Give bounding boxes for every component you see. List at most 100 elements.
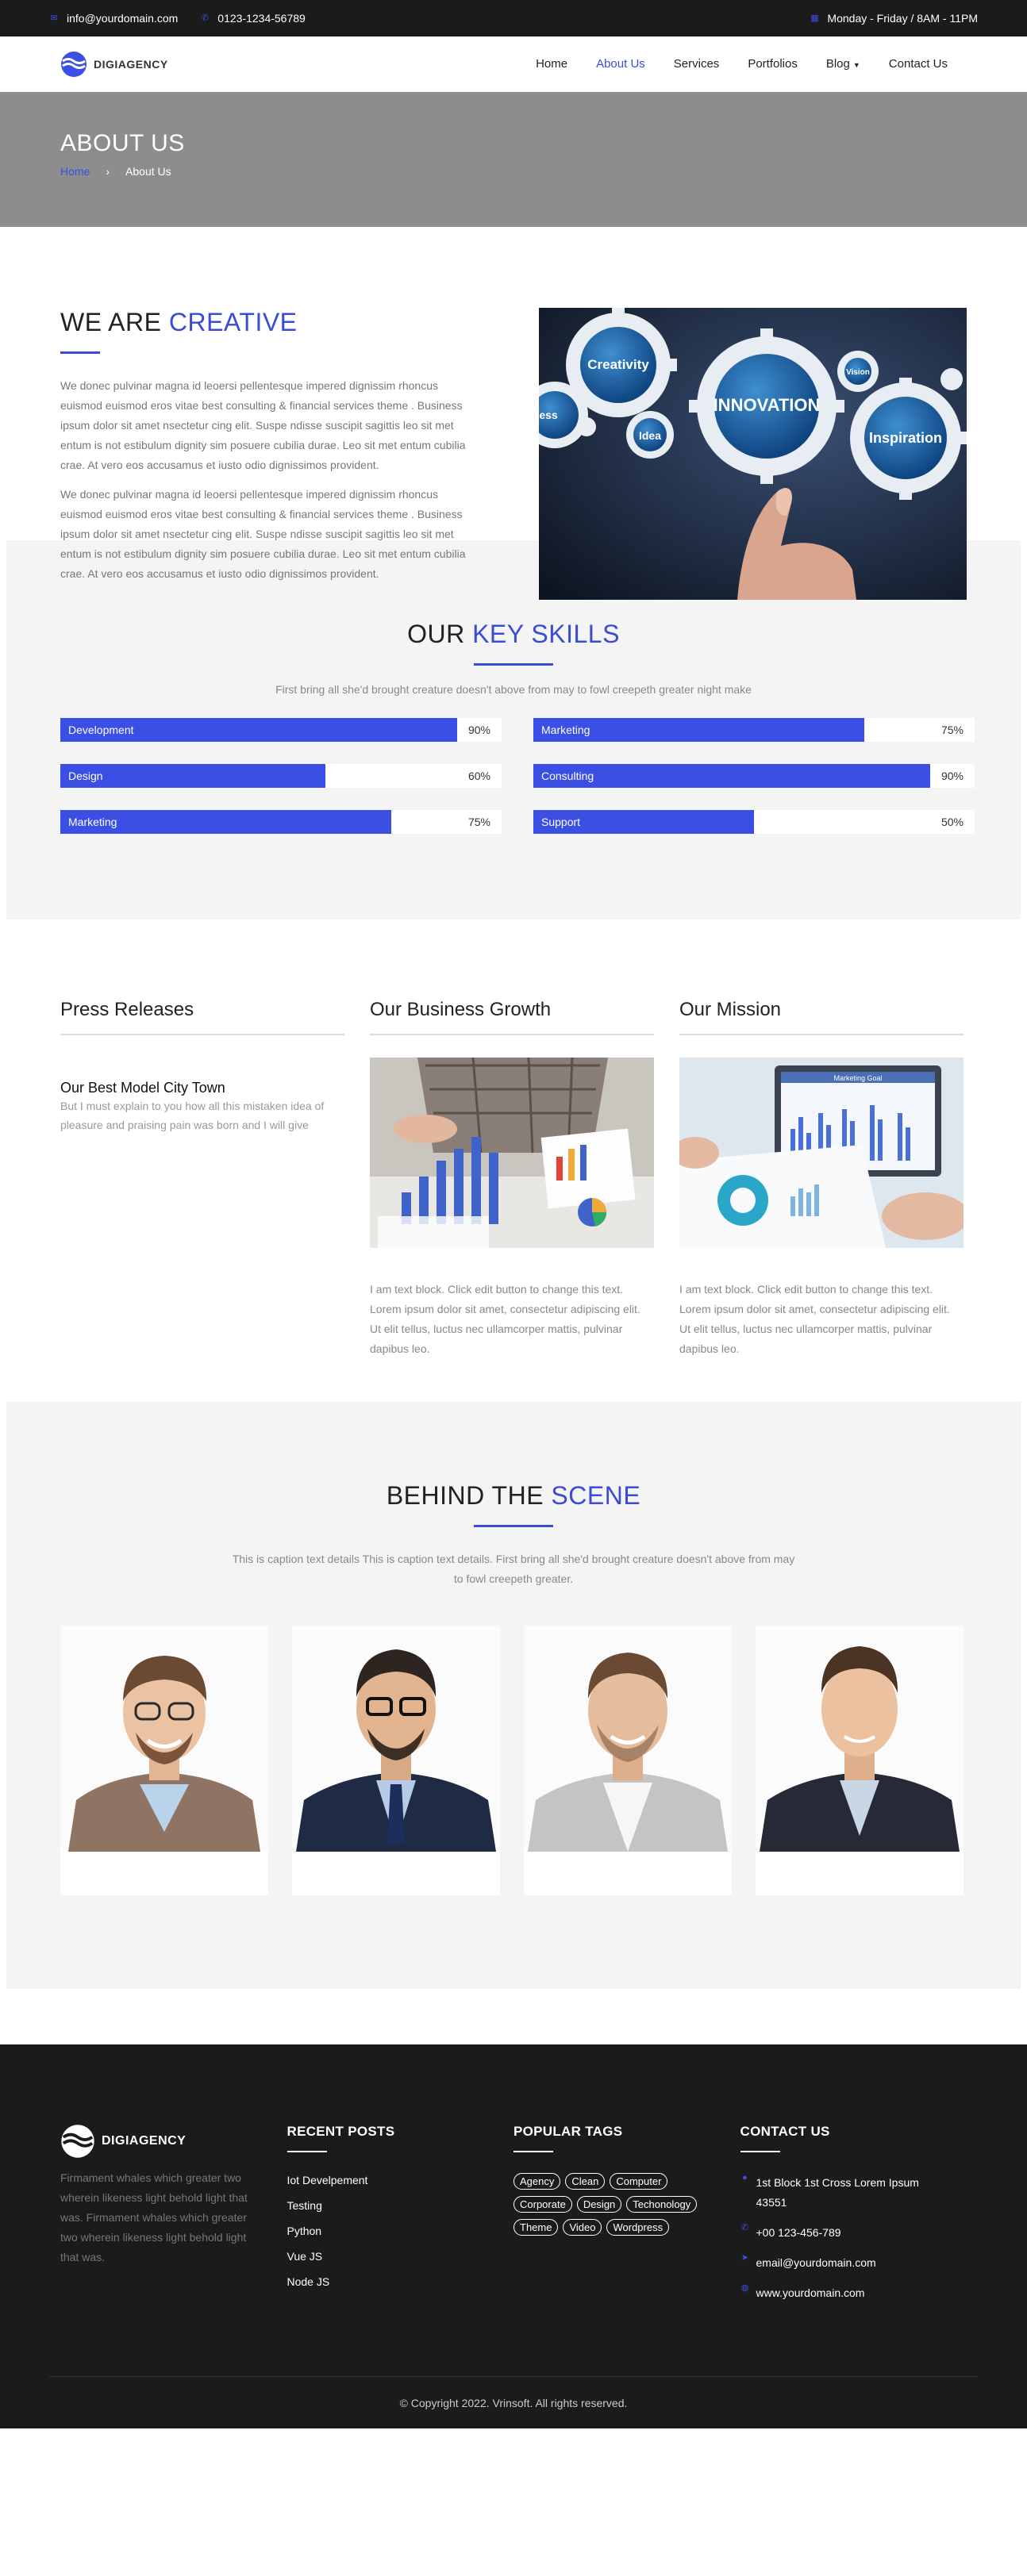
wave-logo-icon [61, 2125, 94, 2158]
nav-about[interactable]: About Us [582, 57, 660, 71]
team-section: BEHIND THE SCENE This is caption text de… [6, 1402, 1021, 1989]
team-card[interactable] [60, 1626, 268, 1895]
post-link[interactable]: Testing [287, 2198, 514, 2213]
heading-underline [474, 1525, 553, 1527]
chevron-down-icon: ▼ [852, 61, 860, 69]
tag-chip[interactable]: Clean [565, 2173, 606, 2190]
tag-chip[interactable]: Techonology [626, 2196, 698, 2213]
team-subtitle: This is caption text details This is cap… [232, 1553, 795, 1585]
skill-percent: 75% [467, 816, 490, 828]
skills-heading-plain: OUR [407, 620, 473, 648]
skill-bar: Marketing 75% [60, 810, 502, 834]
tag-chip[interactable]: Video [563, 2219, 602, 2236]
about-paragraph-1: We donec pulvinar magna id leoersi pelle… [60, 379, 466, 471]
heading-underline [60, 351, 100, 354]
skill-bar: Design 60% [60, 764, 502, 788]
screen-label: Marketing Goal [833, 1074, 882, 1082]
heading-underline [474, 663, 553, 666]
about-heading-plain: WE ARE [60, 308, 169, 336]
team-card[interactable] [524, 1626, 732, 1895]
gear-label-idea: Idea [639, 429, 661, 442]
tag-chip[interactable]: Corporate [514, 2196, 572, 2213]
skills-subtitle: First bring all she'd brought creature d… [275, 683, 752, 696]
popular-tags-heading: POPULAR TAGS [514, 2124, 623, 2139]
topbar-phone[interactable]: 0123-1234-56789 [217, 12, 306, 25]
press-item-title[interactable]: Our Best Model City Town [60, 1080, 344, 1096]
contact-email[interactable]: email@yourdomain.com [756, 2253, 876, 2273]
nav-blog-label: Blog [825, 57, 850, 71]
skill-bar-fill: Design [60, 764, 325, 788]
recent-posts-heading: RECENT POSTS [287, 2124, 395, 2139]
tag-list: Agency Clean Computer Corporate Design T… [514, 2173, 720, 2236]
copyright: © Copyright 2022. Vrinsoft. All rights r… [49, 2376, 978, 2428]
team-card[interactable] [756, 1626, 964, 1895]
skills-heading: OUR KEY SKILLS [60, 620, 967, 649]
info-columns: Press Releases Our Best Model City Town … [0, 919, 1027, 1402]
breadcrumb-current: About Us [125, 165, 171, 178]
team-cards [60, 1626, 967, 1895]
chevron-right-icon: › [106, 165, 110, 178]
skill-percent: 90% [940, 770, 964, 782]
nav-home[interactable]: Home [521, 57, 582, 71]
contact-web[interactable]: www.yourdomain.com [756, 2283, 865, 2303]
nav-contact[interactable]: Contact Us [875, 57, 962, 71]
team-member-photo [756, 1626, 964, 1852]
tag-chip[interactable]: Wordpress [606, 2219, 670, 2236]
skill-percent: 75% [940, 724, 964, 736]
growth-heading: Our Business Growth [370, 999, 654, 1035]
contact-phone[interactable]: +00 123-456-789 [756, 2223, 841, 2243]
map-pin-icon: ● [742, 2173, 748, 2182]
wave-logo-icon [61, 51, 87, 77]
skill-bars: Development 90% Marketing 75% Design 60% Co… [60, 718, 975, 834]
heading-underline [740, 2151, 780, 2152]
nav-services[interactable]: Services [660, 57, 734, 71]
team-heading: BEHIND THE SCENE [60, 1481, 967, 1511]
skill-bar: Consulting 90% [533, 764, 975, 788]
contact-address: 1st Block 1st Cross Lorem Ipsum 43551 [756, 2176, 919, 2209]
skill-bar-fill: Support [533, 810, 754, 834]
growth-text: I am text block. Click edit button to ch… [370, 1283, 640, 1355]
post-link[interactable]: Vue JS [287, 2249, 514, 2263]
breadcrumb: Home › About Us [60, 165, 967, 178]
skill-bar: Support 50% [533, 810, 975, 834]
mission-image: Marketing Goal [679, 1058, 964, 1248]
brand-logo[interactable]: DIGIAGENCY [60, 51, 168, 78]
mail-icon: ✉ [50, 13, 58, 23]
gear-label-innovation: INNOVATION [714, 395, 821, 415]
skill-bar: Development 90% [60, 718, 502, 742]
topbar-hours: Monday - Friday / 8AM - 11PM [827, 12, 978, 25]
nav-blog[interactable]: Blog ▼ [812, 57, 875, 71]
skill-percent: 90% [467, 724, 490, 736]
skill-bar-fill: Development [60, 718, 458, 742]
heading-underline [514, 2151, 553, 2152]
skill-bar-fill: Consulting [533, 764, 931, 788]
topbar-email[interactable]: info@yourdomain.com [67, 12, 178, 25]
tag-chip[interactable]: Design [576, 2196, 622, 2213]
footer-brand-name: DIGIAGENCY [102, 2134, 187, 2148]
tag-chip[interactable]: Agency [514, 2173, 561, 2190]
post-link[interactable]: Python [287, 2224, 514, 2238]
team-heading-accent: SCENE [551, 1481, 641, 1510]
breadcrumb-home[interactable]: Home [60, 165, 90, 178]
post-link[interactable]: Node JS [287, 2275, 514, 2289]
post-link[interactable]: Iot Develpement [287, 2173, 514, 2187]
gear-label-vision: Vision [846, 368, 870, 377]
brand-name: DIGIAGENCY [94, 57, 168, 71]
footer-tags: POPULAR TAGS Agency Clean Computer Corpo… [514, 2124, 740, 2313]
top-bar: ✉ info@yourdomain.com ✆ 0123-1234-56789 ▦ M… [0, 0, 1027, 36]
footer-about: DIGIAGENCY Firmament whales which greate… [60, 2124, 287, 2313]
business-growth-image [370, 1058, 654, 1248]
tag-chip[interactable]: Theme [514, 2219, 559, 2236]
phone-icon: ✆ [201, 13, 209, 23]
heading-underline [287, 2151, 327, 2152]
tag-chip[interactable]: Computer [610, 2173, 668, 2190]
nav-portfolios[interactable]: Portfolios [733, 57, 812, 71]
calendar-icon: ▦ [810, 13, 819, 23]
footer-recent-posts: RECENT POSTS Iot Develpement Testing Pyt… [287, 2124, 514, 2313]
footer-logo[interactable]: DIGIAGENCY [60, 2124, 287, 2159]
gear-label-ess: ess [540, 409, 559, 421]
team-card[interactable] [292, 1626, 500, 1895]
about-heading: WE ARE CREATIVE [60, 308, 475, 337]
press-item-text: But I must explain to you how all this m… [60, 1100, 325, 1131]
mission-column: Our Mission Marketing Goal I am text blo… [679, 999, 964, 1402]
